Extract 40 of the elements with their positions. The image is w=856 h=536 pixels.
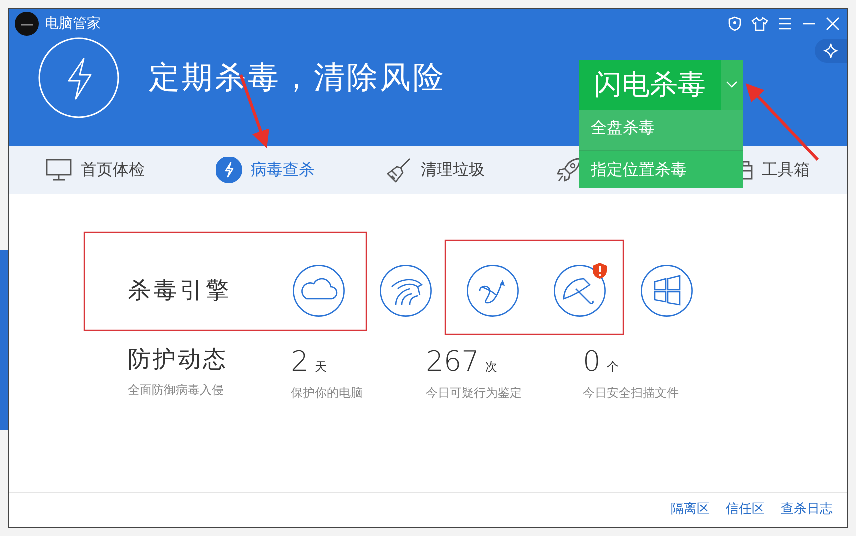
stat-caption: 今日安全扫描文件 [583,385,680,402]
caret-icon [726,81,738,89]
nav-tab[interactable]: 病毒查杀 [216,157,315,183]
app-logo-icon [15,12,39,36]
sparkle-icon [823,42,839,60]
lightning-icon [216,157,242,183]
nav-tab[interactable]: 首页体检 [46,158,145,182]
stat-unit: 天 [314,360,327,374]
menu-icon[interactable] [777,16,793,32]
stat-caption: 保护你的电脑 [291,385,364,402]
lightning-circle-icon [38,37,120,119]
nav-tab[interactable]: 清理垃圾 [386,157,485,183]
footer-link[interactable]: 查杀日志 [781,500,833,520]
window-grid-icon[interactable] [641,265,693,317]
scan-button[interactable]: 闪电杀毒 [579,60,721,110]
bird-icon[interactable] [380,265,432,317]
monitor-icon [46,159,72,181]
rocket-icon [556,157,582,183]
broom-icon [386,157,412,183]
stat-unit: 个 [606,360,619,374]
stat-value: 267 [426,345,480,378]
dropdown-toggle[interactable] [721,60,743,110]
shield-icon[interactable] [727,16,743,32]
section-title: 杀毒引擎 [128,276,233,306]
cloud-icon[interactable] [293,265,345,317]
umbrella-icon[interactable] [554,265,606,317]
footer-link[interactable]: 隔离区 [671,500,710,520]
section-subtitle: 全面防御病毒入侵 [128,382,225,399]
section-title: 防护动态 [128,347,229,375]
stat-value: 0 [583,345,601,378]
stat-value: 2 [291,345,309,378]
stat-caption: 今日可疑行为鉴定 [426,385,523,402]
shirt-icon[interactable] [751,16,769,32]
sparkle-button[interactable] [815,39,847,63]
footer-link[interactable]: 信任区 [726,500,765,520]
stat-unit: 次 [485,360,498,374]
window-title: 电脑管家 [45,14,101,34]
close-icon[interactable] [825,16,841,32]
slogan-text: 定期杀毒，清除风险 [149,58,446,98]
nav-tab[interactable] [556,157,582,183]
